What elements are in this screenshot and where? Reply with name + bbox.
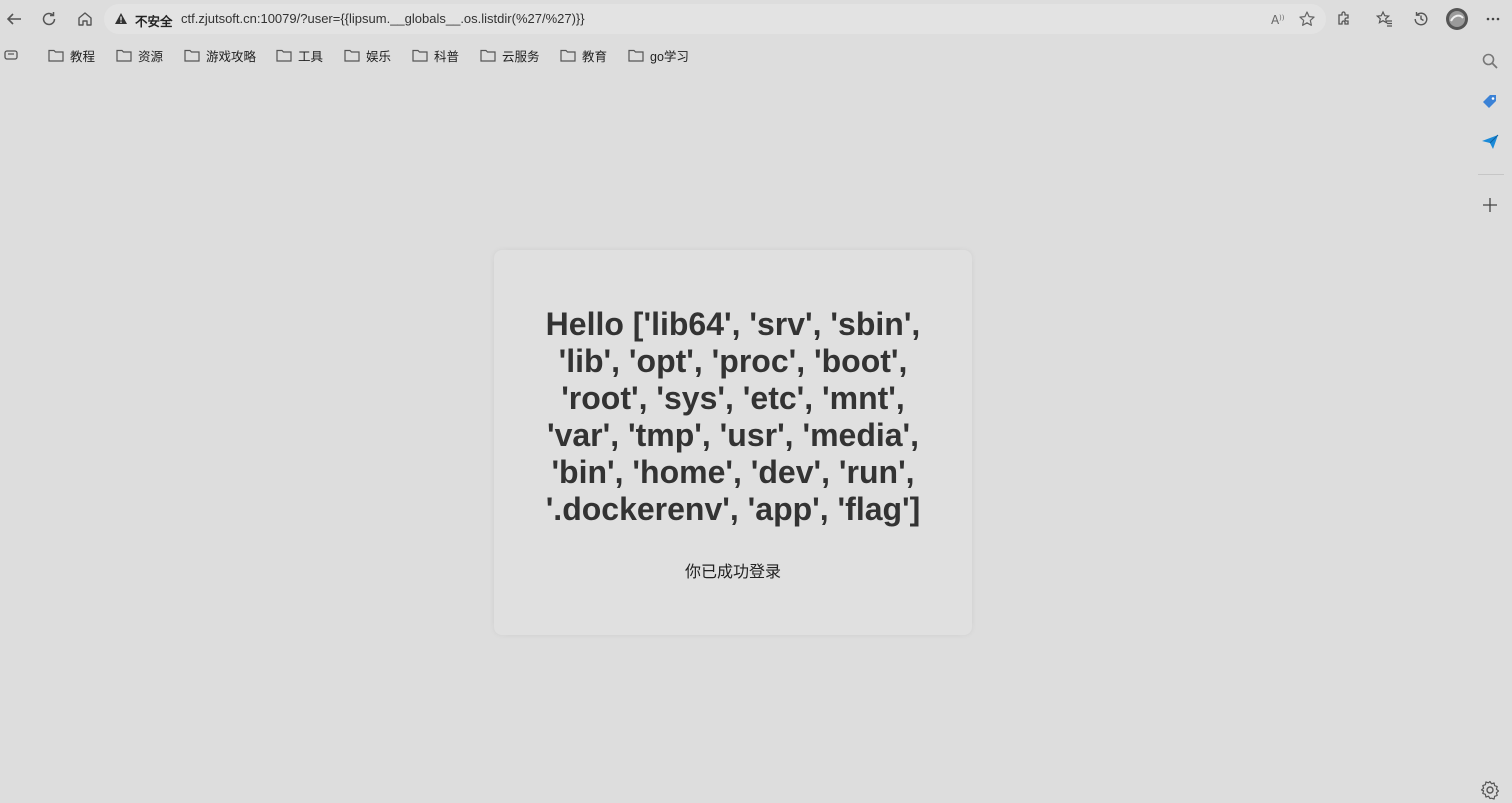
browser-window: 不安全 ctf.zjutsoft.cn:10079/?user={{lipsum… xyxy=(0,0,1512,803)
profile-button[interactable] xyxy=(1443,5,1471,33)
bookmark-label: 教程 xyxy=(70,49,96,64)
sidebar-drop-button[interactable] xyxy=(1478,130,1502,154)
sidebar-divider xyxy=(1478,174,1504,175)
tab-actions-icon[interactable] xyxy=(4,48,20,67)
folder-icon xyxy=(560,49,576,62)
folder-icon xyxy=(276,49,292,62)
folder-icon xyxy=(628,49,644,62)
back-icon xyxy=(6,13,21,25)
tag-icon xyxy=(1483,95,1496,108)
bookmark-label: 科普 xyxy=(434,49,460,64)
home-button[interactable] xyxy=(71,5,99,33)
folder-icon xyxy=(412,49,428,62)
browser-toolbar: 不安全 ctf.zjutsoft.cn:10079/?user={{lipsum… xyxy=(0,0,1512,38)
settings-icon xyxy=(1480,780,1500,800)
bookmark-label: 云服务 xyxy=(502,49,540,64)
edge-sidebar xyxy=(1470,40,1512,803)
history-icon xyxy=(1414,12,1428,26)
security-label[interactable]: 不安全 xyxy=(135,11,173,30)
favorites-icon xyxy=(1376,10,1392,27)
extensions-button[interactable] xyxy=(1330,5,1358,33)
more-icon xyxy=(1486,17,1500,21)
bookmark-folder[interactable]: 工具 xyxy=(276,45,323,65)
bookmark-folder[interactable]: go学习 xyxy=(628,45,689,65)
bookmark-folder[interactable]: 娱乐 xyxy=(344,45,391,65)
sidebar-shopping-button[interactable] xyxy=(1478,90,1502,114)
login-result-card: Hello ['lib64', 'srv', 'sbin', 'lib', 'o… xyxy=(494,250,972,635)
login-success-message: 你已成功登录 xyxy=(684,564,781,581)
sidebar-add-button[interactable] xyxy=(1478,193,1502,217)
bookmark-label: go学习 xyxy=(650,49,689,64)
url-text[interactable]: ctf.zjutsoft.cn:10079/?user={{lipsum.__g… xyxy=(181,11,585,26)
folder-icon xyxy=(48,49,64,62)
folder-icon xyxy=(116,49,132,62)
bookmark-folder[interactable]: 教程 xyxy=(48,45,95,65)
profile-avatar-icon xyxy=(1446,8,1468,30)
warning-icon[interactable] xyxy=(114,12,128,26)
refresh-button[interactable] xyxy=(35,5,63,33)
folder-icon xyxy=(184,49,200,62)
bookmark-label: 游戏攻略 xyxy=(206,49,257,64)
bookmark-label: 资源 xyxy=(138,49,164,64)
folder-icon xyxy=(480,49,496,62)
add-icon xyxy=(1483,198,1497,212)
search-icon xyxy=(1482,53,1498,69)
bookmark-folder[interactable]: 科普 xyxy=(412,45,459,65)
sidebar-settings-button[interactable] xyxy=(1478,778,1502,802)
svg-text:)): )) xyxy=(1279,14,1285,22)
bookmark-folder[interactable]: 云服务 xyxy=(480,45,540,65)
bookmark-label: 工具 xyxy=(298,49,324,64)
back-button[interactable] xyxy=(0,5,28,33)
address-bar[interactable]: 不安全 ctf.zjutsoft.cn:10079/?user={{lipsum… xyxy=(104,4,1326,34)
sidebar-search-button[interactable] xyxy=(1478,49,1502,73)
more-button[interactable] xyxy=(1479,5,1507,33)
send-icon xyxy=(1482,134,1499,149)
extensions-icon xyxy=(1338,11,1349,25)
bookmark-label: 娱乐 xyxy=(366,49,392,64)
page-heading: Hello ['lib64', 'srv', 'sbin', 'lib', 'o… xyxy=(545,306,921,527)
bookmark-folder[interactable]: 游戏攻略 xyxy=(184,45,256,65)
bookmark-label: 教育 xyxy=(582,49,608,64)
bookmark-folder[interactable]: 教育 xyxy=(560,45,607,65)
bookmarks-bar: 教程 资源 游戏攻略 工具 娱乐 科普 云服务 教育 go学习 xyxy=(0,40,1470,70)
history-button[interactable] xyxy=(1407,5,1435,33)
folder-icon xyxy=(344,49,360,62)
bookmark-folder[interactable]: 资源 xyxy=(116,45,163,65)
favorites-button[interactable] xyxy=(1371,5,1399,33)
refresh-icon xyxy=(42,12,56,26)
favorite-star-icon[interactable] xyxy=(1298,10,1316,33)
home-icon xyxy=(78,12,92,26)
read-aloud-icon[interactable]: A)) xyxy=(1270,11,1286,30)
